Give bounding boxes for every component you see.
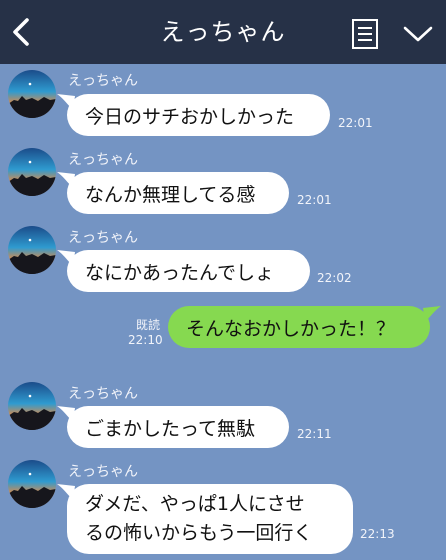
message-time: 22:13 xyxy=(360,527,395,541)
avatar[interactable] xyxy=(8,226,56,274)
message-line: ダメだ、やっぱ1人にさせ xyxy=(85,493,305,515)
message-bubble[interactable]: 今日のサチおかしかった xyxy=(67,94,330,136)
avatar[interactable] xyxy=(8,382,56,430)
message-bubble[interactable]: ダメだ、やっぱ1人にさせ るの怖いからもう一回行く xyxy=(67,484,353,554)
message-line: るの怖いからもう一回行く xyxy=(85,522,313,544)
avatar[interactable] xyxy=(8,460,56,508)
bubble-tail xyxy=(423,306,441,322)
message-time: 22:01 xyxy=(297,193,332,207)
read-receipt: 既読 22:10 xyxy=(128,318,163,348)
notes-icon[interactable] xyxy=(351,18,379,50)
message-time: 22:10 xyxy=(128,333,163,347)
chat-title: えっちゃん xyxy=(160,18,286,46)
message-bubble[interactable]: なにかあったんでしょ xyxy=(67,250,310,292)
read-label: 既読 xyxy=(135,318,160,332)
sender-name: えっちゃん xyxy=(68,73,138,89)
sender-name: えっちゃん xyxy=(68,464,138,480)
message-bubble[interactable]: なんか無理してる感 xyxy=(67,172,289,214)
outgoing-message-bubble[interactable]: そんなおかしかった！？ xyxy=(168,306,430,348)
sender-name: えっちゃん xyxy=(68,386,138,402)
message-bubble[interactable]: ごまかしたって無駄 xyxy=(67,406,289,448)
avatar[interactable] xyxy=(8,70,56,118)
message-time: 22:01 xyxy=(338,116,373,130)
avatar[interactable] xyxy=(8,148,56,196)
sender-name: えっちゃん xyxy=(68,230,138,246)
message-time: 22:11 xyxy=(297,427,332,441)
sender-name: えっちゃん xyxy=(68,152,138,168)
message-time: 22:02 xyxy=(317,271,352,285)
chat-header: えっちゃん xyxy=(0,0,446,64)
chevron-down-icon[interactable] xyxy=(402,22,434,46)
